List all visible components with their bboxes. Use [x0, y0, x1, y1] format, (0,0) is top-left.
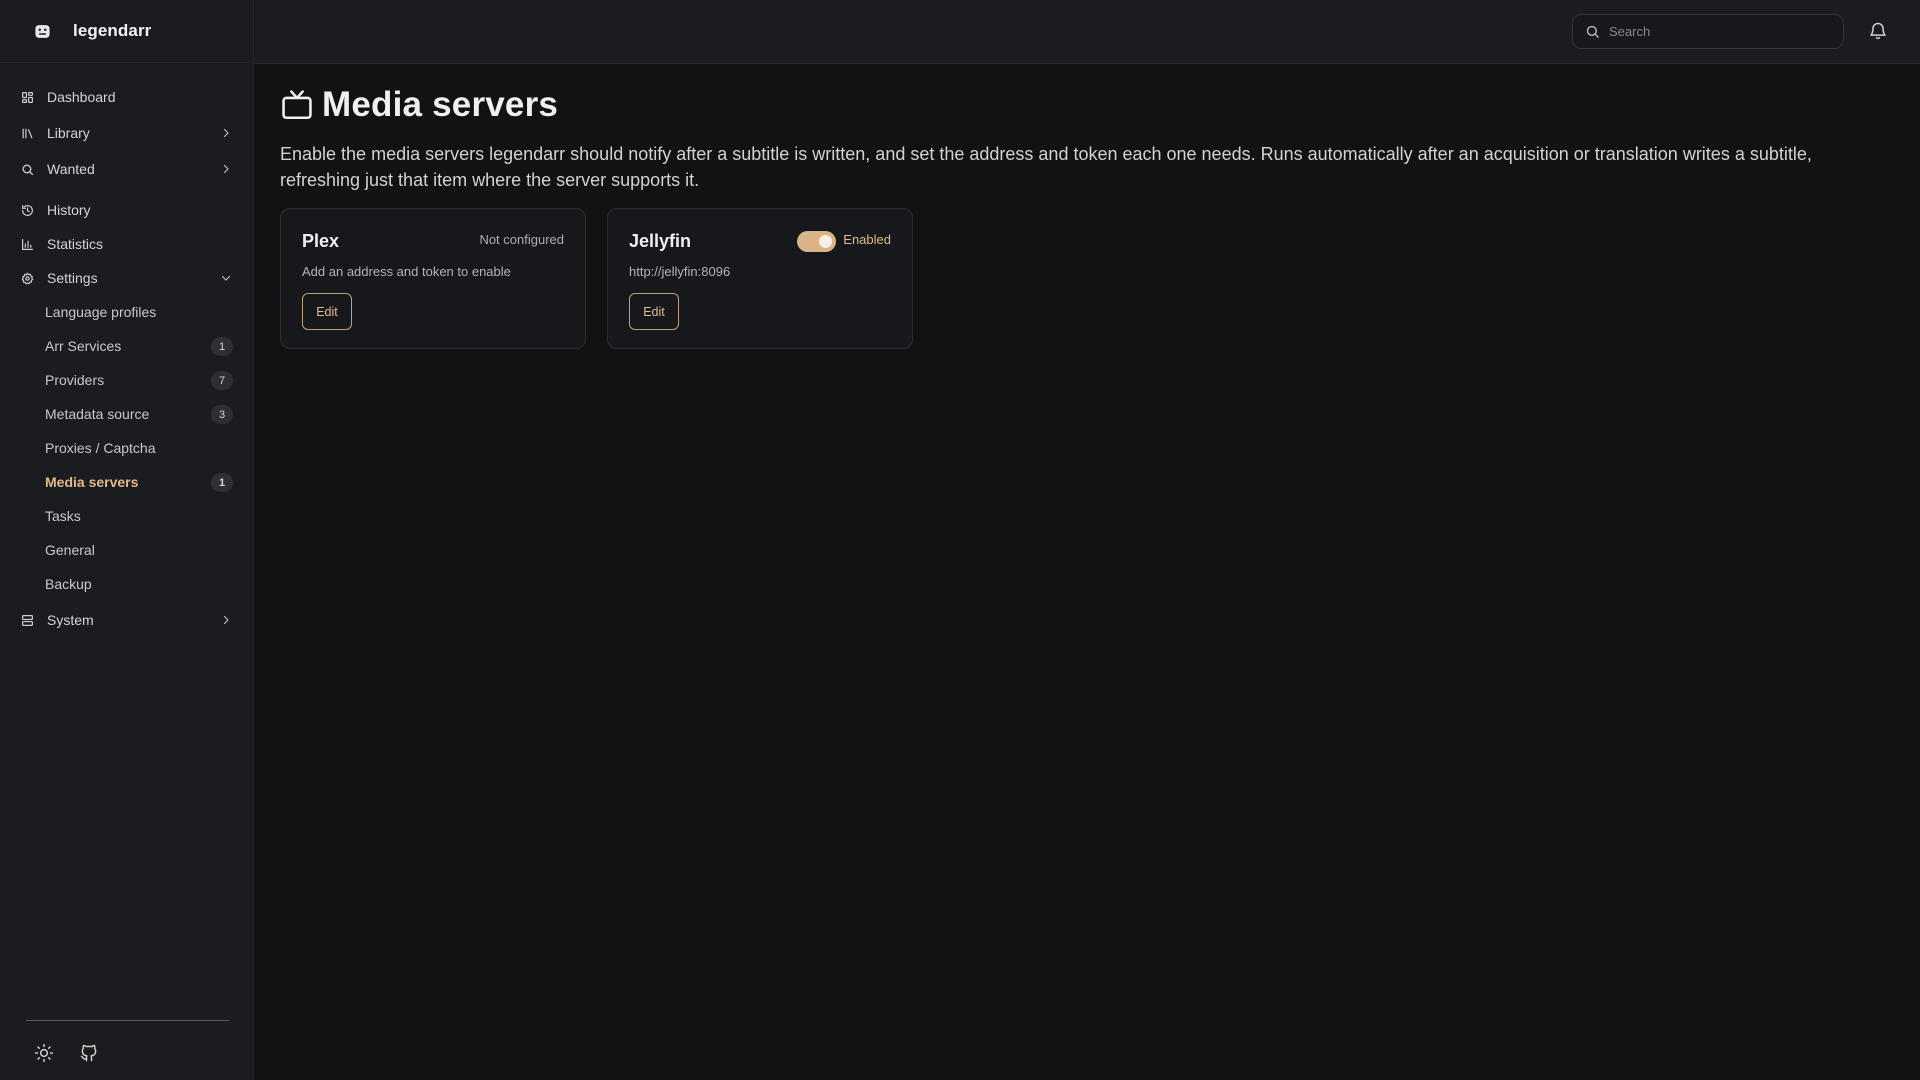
page-description: Enable the media servers legendarr shoul… — [280, 144, 1812, 190]
sidebar-item-label: Metadata source — [45, 406, 150, 422]
grid-icon — [21, 91, 34, 104]
count-badge: 1 — [211, 337, 233, 356]
brand[interactable]: legendarr — [0, 0, 253, 63]
sidebar-item-system[interactable]: System — [0, 603, 254, 637]
library-icon — [21, 127, 34, 140]
sidebar-item-label: System — [47, 612, 94, 628]
server-detail: Add an address and token to enable — [302, 264, 511, 279]
enabled-toggle[interactable] — [797, 231, 836, 252]
page-header: Media servers — [280, 83, 1920, 127]
main-content: Media servers Enable the media servers l… — [280, 64, 1920, 349]
tv-icon — [280, 88, 314, 122]
app-name: legendarr — [73, 21, 152, 40]
sidebar-item-arr-services[interactable]: Arr Services 1 — [0, 329, 254, 363]
chevron-right-icon — [220, 163, 232, 175]
sidebar-item-dashboard[interactable]: Dashboard — [0, 80, 254, 114]
robot-icon — [34, 23, 51, 40]
page-title: Media servers — [322, 85, 559, 124]
server-card-plex: Plex Not configured Add an address and t… — [280, 208, 586, 349]
search-icon — [1585, 24, 1600, 39]
count-badge: 1 — [211, 473, 233, 492]
server-icon — [21, 614, 34, 627]
status-label: Not configured — [479, 232, 564, 247]
sun-icon[interactable] — [34, 1043, 54, 1063]
count-badge: 7 — [211, 371, 233, 390]
count-badge: 3 — [211, 405, 233, 424]
sidebar-item-label: Proxies / Captcha — [45, 440, 156, 456]
chevron-right-icon — [220, 614, 232, 626]
sidebar-item-label: Providers — [45, 372, 105, 388]
sidebar-item-language-profiles[interactable]: Language profiles — [0, 295, 254, 329]
edit-button[interactable]: Edit — [302, 293, 352, 330]
gear-icon — [21, 271, 34, 285]
sidebar-footer — [26, 1020, 229, 1080]
sidebar: legendarr Dashboard Library Wanted Histo… — [0, 0, 254, 1080]
bar-chart-icon — [21, 238, 34, 251]
sidebar-item-label: Statistics — [47, 236, 104, 252]
sidebar-item-label: Arr Services — [45, 338, 122, 354]
chevron-right-icon — [220, 127, 232, 139]
search-icon — [21, 163, 34, 176]
server-address: http://jellyfin:8096 — [629, 264, 731, 279]
top-bar — [254, 0, 1920, 64]
sidebar-item-statistics[interactable]: Statistics — [0, 227, 254, 261]
sidebar-item-label: Settings — [47, 270, 98, 286]
sidebar-item-library[interactable]: Library — [0, 116, 254, 150]
server-cards: Plex Not configured Add an address and t… — [280, 208, 1920, 349]
sidebar-item-label: Library — [47, 125, 90, 141]
sidebar-item-settings[interactable]: Settings — [0, 261, 254, 295]
sidebar-item-label: Tasks — [45, 508, 81, 524]
sidebar-item-wanted[interactable]: Wanted — [0, 152, 254, 186]
status-label: Enabled — [843, 232, 891, 247]
github-icon[interactable] — [79, 1043, 99, 1063]
sidebar-item-label: Wanted — [47, 161, 95, 177]
sidebar-item-providers[interactable]: Providers 7 — [0, 363, 254, 397]
sidebar-item-label: Backup — [45, 576, 92, 592]
toggle-knob — [819, 235, 832, 248]
sidebar-item-general[interactable]: General — [0, 533, 254, 567]
sidebar-item-media-servers[interactable]: Media servers 1 — [0, 465, 254, 499]
sidebar-item-history[interactable]: History — [0, 193, 254, 227]
sidebar-item-tasks[interactable]: Tasks — [0, 499, 254, 533]
bell-icon[interactable] — [1868, 21, 1888, 41]
search-box[interactable] — [1572, 14, 1844, 49]
sidebar-item-metadata-source[interactable]: Metadata source 3 — [0, 397, 254, 431]
sidebar-nav: Dashboard Library Wanted History Statist… — [0, 80, 254, 637]
sidebar-item-label: Media servers — [45, 474, 139, 490]
edit-button[interactable]: Edit — [629, 293, 679, 330]
server-card-jellyfin: Jellyfin Enabled http://jellyfin:8096 Ed… — [607, 208, 913, 349]
search-input[interactable] — [1609, 24, 1829, 39]
sidebar-item-backup[interactable]: Backup — [0, 567, 254, 601]
sidebar-item-proxies-captcha[interactable]: Proxies / Captcha — [0, 431, 254, 465]
chevron-down-icon — [220, 272, 232, 284]
sidebar-item-label: History — [47, 202, 91, 218]
sidebar-item-label: Language profiles — [45, 304, 157, 320]
sidebar-item-label: Dashboard — [47, 89, 116, 105]
history-icon — [21, 204, 34, 217]
sidebar-item-label: General — [45, 542, 95, 558]
